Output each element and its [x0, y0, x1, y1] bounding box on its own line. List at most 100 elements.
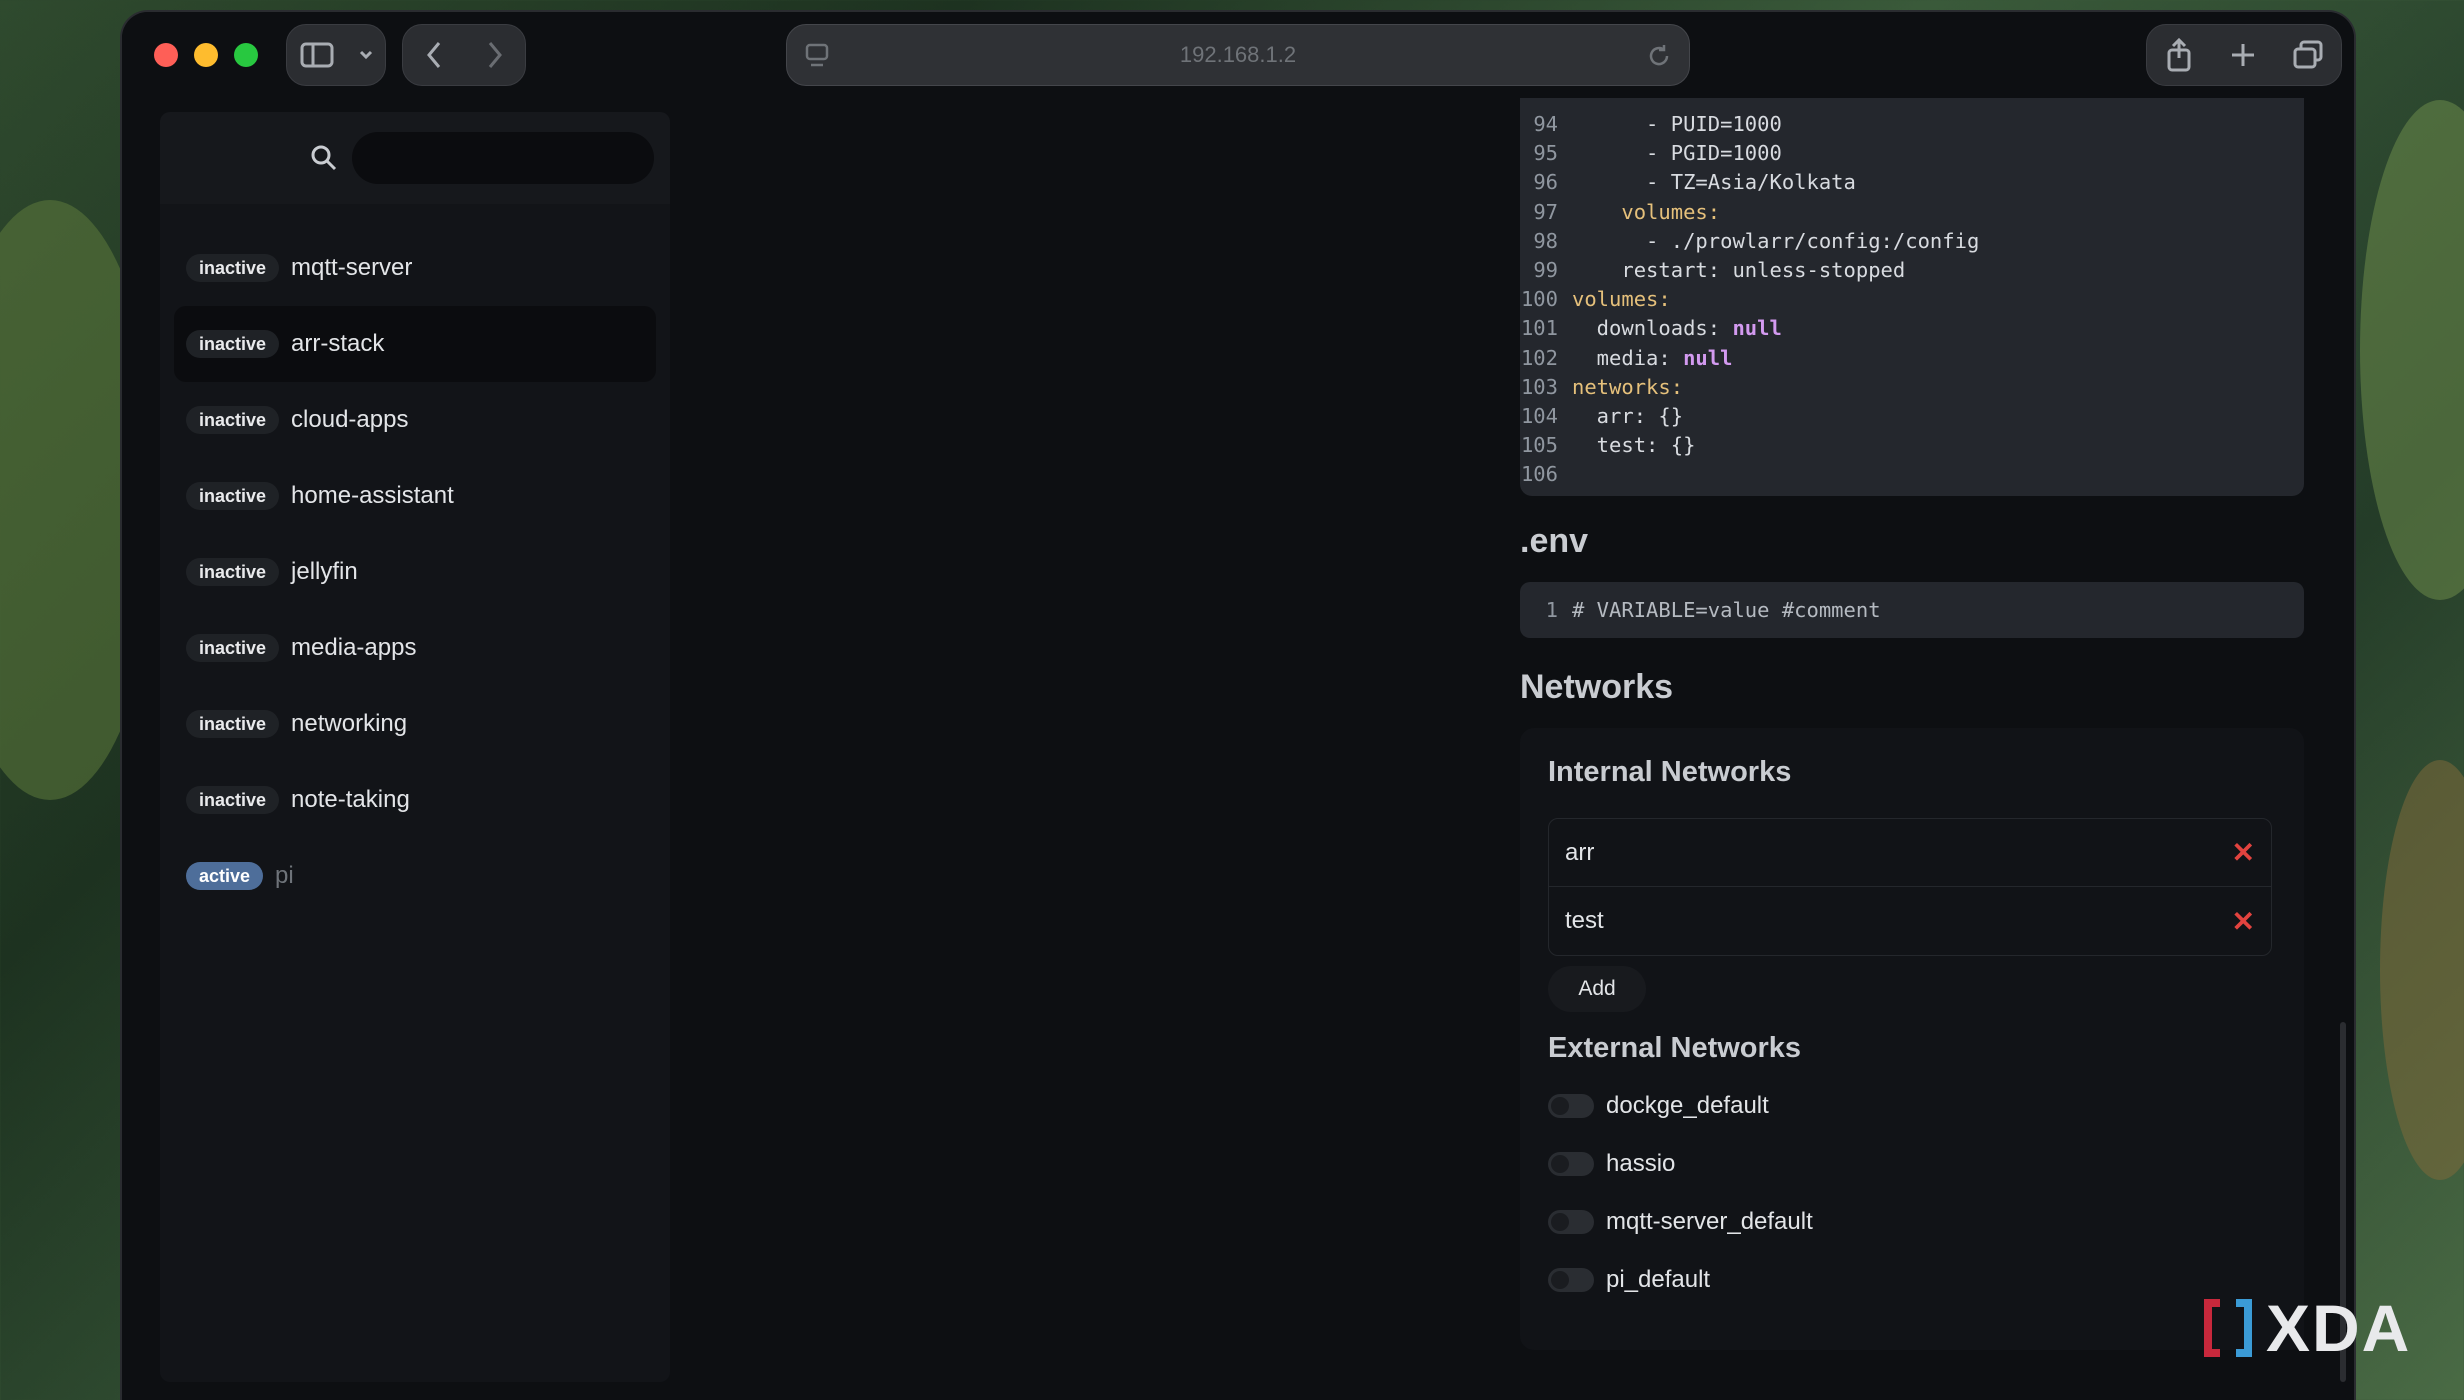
line-number: 96	[1533, 170, 1558, 195]
maximize-window-button[interactable]	[234, 43, 258, 67]
line-number: 102	[1520, 345, 1558, 370]
status-badge: inactive	[186, 786, 280, 814]
chevron-down-icon	[359, 50, 372, 60]
address-bar[interactable]: 192.168.1.2	[786, 24, 1690, 86]
external-network-item: hassio	[1548, 1150, 1675, 1178]
stack-name: cloud-apps	[291, 406, 409, 433]
status-badge: inactive	[186, 406, 280, 434]
internal-network-row: ✕	[1549, 887, 2271, 955]
toolbar-actions	[2146, 24, 2342, 86]
code-text: - PGID=1000	[1572, 141, 1782, 166]
delete-network-icon[interactable]: ✕	[2232, 905, 2255, 938]
line-number: 103	[1520, 374, 1558, 399]
close-window-button[interactable]	[154, 43, 178, 67]
code-line: 106	[1520, 462, 2304, 491]
line-number: 99	[1533, 257, 1558, 282]
network-name-input[interactable]	[1565, 907, 2232, 935]
network-toggle[interactable]	[1548, 1210, 1594, 1234]
status-badge: inactive	[186, 634, 280, 662]
page-menu-icon[interactable]	[805, 43, 829, 69]
line-number: 94	[1533, 112, 1558, 136]
internal-network-row: ✕	[1549, 819, 2271, 887]
network-label: dockge_default	[1606, 1092, 1769, 1119]
line-number: 98	[1533, 228, 1558, 253]
code-line: 94 - PUID=1000	[1520, 112, 2304, 141]
back-arrow-icon[interactable]	[424, 40, 444, 70]
code-text: arr: {}	[1572, 403, 1684, 428]
stack-item-jellyfin[interactable]: inactive jellyfin	[174, 534, 656, 610]
stack-name: networking	[291, 710, 408, 737]
network-label: pi_default	[1606, 1266, 1711, 1293]
internal-networks-title: Internal Networks	[1548, 756, 1792, 788]
sidebar-toggle-button[interactable]	[286, 24, 386, 86]
code-text: - TZ=Asia/Kolkata	[1572, 170, 1856, 195]
search-input[interactable]	[352, 132, 654, 184]
stack-name: pi	[275, 862, 294, 889]
browser-window: 192.168.1.2 inactive mqtt-server inactiv…	[122, 12, 2354, 1400]
network-name-input[interactable]	[1565, 838, 2232, 867]
networks-card: Internal Networks ✕ ✕ Add External Netwo…	[1520, 728, 2304, 1350]
code-text: networks:	[1572, 374, 1684, 399]
delete-network-icon[interactable]: ✕	[2232, 836, 2255, 869]
code-line: 98 - ./prowlarr/config:/config	[1520, 229, 2304, 258]
external-network-item: mqtt-server_default	[1548, 1208, 1813, 1236]
code-text: - ./prowlarr/config:/config	[1572, 228, 1980, 253]
line-number: 100	[1520, 287, 1558, 312]
stack-name: note-taking	[291, 786, 410, 813]
minimize-window-button[interactable]	[194, 43, 218, 67]
line-number: 106	[1520, 462, 1558, 487]
code-text: media:	[1572, 345, 1684, 370]
line-number: 1	[1545, 598, 1558, 622]
reload-icon[interactable]	[1647, 43, 1671, 69]
stack-item-note-taking[interactable]: inactive note-taking	[174, 762, 656, 838]
line-number: 105	[1520, 433, 1558, 458]
line-number: 97	[1533, 199, 1558, 224]
stack-item-mqtt-server[interactable]: inactive mqtt-server	[174, 230, 656, 306]
code-text: volumes:	[1572, 199, 1721, 224]
sidebar-icon	[300, 42, 333, 68]
new-tab-icon[interactable]	[2229, 41, 2257, 69]
code-text: downloads:	[1572, 316, 1733, 341]
stack-name: arr-stack	[291, 330, 385, 357]
status-badge: inactive	[186, 254, 280, 282]
code-line: 104 arr: {}	[1520, 404, 2304, 433]
stack-item-arr-stack[interactable]: inactive arr-stack	[174, 306, 656, 382]
network-toggle[interactable]	[1548, 1268, 1594, 1292]
wallpaper-foliage	[2360, 100, 2464, 600]
network-toggle[interactable]	[1548, 1094, 1594, 1118]
networks-section-title: Networks	[1520, 668, 1674, 706]
forward-arrow-icon[interactable]	[485, 40, 505, 70]
tab-overview-icon[interactable]	[2292, 40, 2324, 70]
stack-item-networking[interactable]: inactive networking	[174, 686, 656, 762]
status-badge: inactive	[186, 330, 280, 358]
code-line: 100 volumes:	[1520, 287, 2304, 316]
stack-item-cloud-apps[interactable]: inactive cloud-apps	[174, 382, 656, 458]
line-number: 104	[1520, 403, 1558, 428]
stack-item-pi[interactable]: active pi	[174, 838, 656, 914]
compose-code-editor[interactable]: 94 - PUID=1000 95 - PGID=1000 96 - TZ=As…	[1520, 98, 2304, 496]
url-text: 192.168.1.2	[1179, 42, 1297, 67]
status-badge: inactive	[186, 558, 280, 586]
stack-item-media-apps[interactable]: inactive media-apps	[174, 610, 656, 686]
code-text: - PUID=1000	[1572, 112, 1782, 136]
external-network-item: dockge_default	[1548, 1092, 1769, 1120]
wallpaper-foliage	[2380, 760, 2464, 1180]
line-number: 95	[1533, 141, 1558, 166]
code-line: 105 test: {}	[1520, 433, 2304, 462]
env-code-editor[interactable]: 1 # VARIABLE=value #comment	[1520, 582, 2304, 638]
stack-list: inactive mqtt-server inactive arr-stack …	[160, 230, 670, 914]
stack-name: home-assistant	[291, 482, 454, 509]
line-number: 101	[1520, 316, 1558, 341]
add-network-button[interactable]: Add	[1548, 966, 1646, 1012]
network-toggle[interactable]	[1548, 1152, 1594, 1176]
share-icon[interactable]	[2164, 38, 2194, 72]
search-bar	[160, 112, 670, 204]
code-text: # VARIABLE=value #comment	[1572, 598, 1881, 622]
history-nav	[402, 24, 526, 86]
code-line: 97 volumes:	[1520, 200, 2304, 229]
stack-item-home-assistant[interactable]: inactive home-assistant	[174, 458, 656, 534]
xda-logo-icon	[2204, 1299, 2252, 1357]
code-line: 99 restart: unless-stopped	[1520, 258, 2304, 287]
code-text: restart: unless-stopped	[1572, 257, 1906, 282]
code-line: 95 - PGID=1000	[1520, 141, 2304, 170]
